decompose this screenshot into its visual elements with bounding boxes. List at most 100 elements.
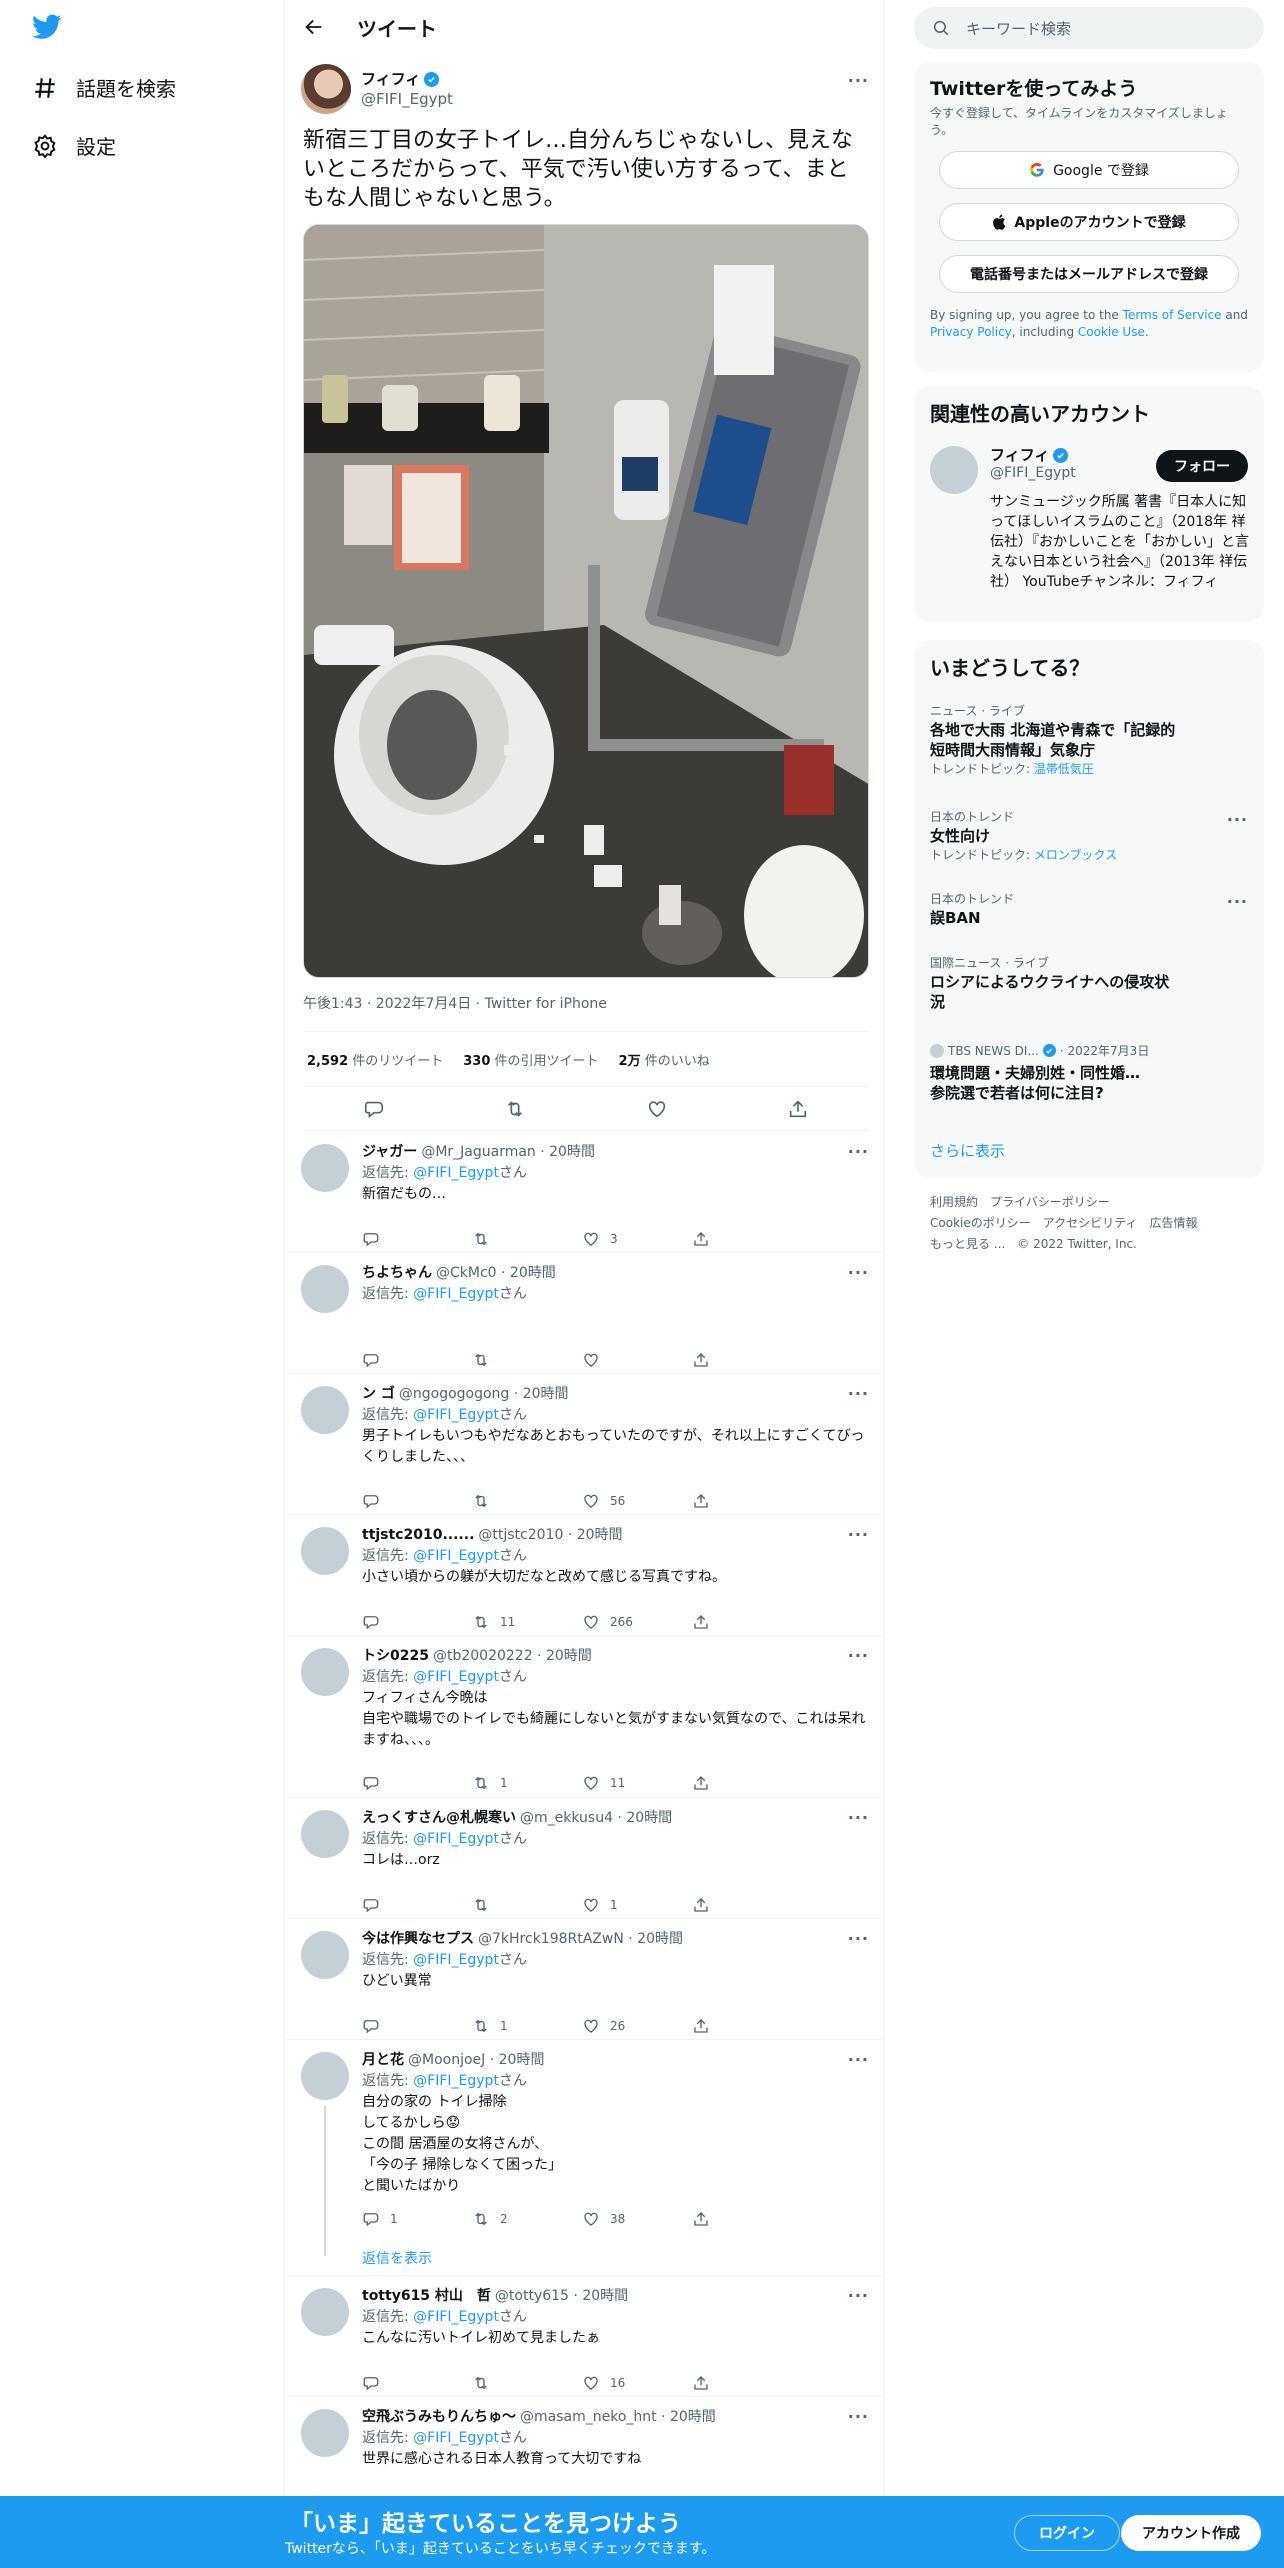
like-icon[interactable] <box>582 2374 600 2392</box>
like-icon[interactable] <box>582 1492 600 1510</box>
like-icon[interactable] <box>582 1351 600 1369</box>
terms-link[interactable]: Terms of Service <box>1123 308 1222 322</box>
avatar[interactable] <box>301 64 351 114</box>
reply-author-meta[interactable]: @CkMc0 · 20時間 <box>436 1263 556 1283</box>
related-handle[interactable]: @FIFI_Egypt <box>990 464 1076 482</box>
retweet-icon[interactable] <box>504 1098 526 1120</box>
footer-cookie[interactable]: Cookieのポリシー <box>930 1216 1031 1230</box>
nav-explore[interactable]: 話題を検索 <box>32 73 176 102</box>
twitter-logo-icon[interactable] <box>32 14 62 40</box>
author-name[interactable]: フィフィ <box>361 69 420 89</box>
more-icon[interactable]: ··· <box>848 2286 869 2306</box>
trend-item[interactable]: ニュース · ライブ 各地で大雨 北海道や青森で「記録的短時間大雨情報」気象庁 トレ… <box>914 702 1264 778</box>
reply-icon[interactable] <box>362 1613 380 1631</box>
back-arrow-icon[interactable] <box>303 16 325 38</box>
reply-to-handle[interactable]: @FIFI_Egypt <box>413 2309 499 2325</box>
search-input[interactable]: キーワード検索 <box>914 7 1264 49</box>
reply-author-meta[interactable]: @m_ekkusu4 · 20時間 <box>520 1808 672 1828</box>
avatar[interactable] <box>301 1648 349 1696</box>
reply-icon[interactable] <box>362 2017 380 2035</box>
related-name[interactable]: フィフィ <box>990 446 1049 464</box>
reply-author-name[interactable]: ちよちゃん <box>362 1263 432 1283</box>
news-item[interactable]: TBS NEWS DI... · 2022年7月3日 環境問題・夫婦別姓・同性婚… <box>930 1042 1248 1103</box>
reply-item[interactable]: ttjstc2010...... @ttjstc2010 · 20時間 ··· 返信先… <box>285 1515 883 1636</box>
retweet-icon[interactable] <box>472 1351 490 1369</box>
avatar[interactable] <box>301 1527 349 1575</box>
like-icon[interactable] <box>582 2210 600 2228</box>
share-icon[interactable] <box>692 1230 710 1248</box>
retweet-icon[interactable] <box>472 1774 490 1792</box>
reply-to-handle[interactable]: @FIFI_Egypt <box>413 1548 499 1564</box>
trend-item[interactable]: 日本のトレンド 女性向け トレンドトピック: メロンブックス ··· <box>914 808 1264 864</box>
author-handle[interactable]: @FIFI_Egypt <box>361 89 453 109</box>
signup-button[interactable]: アカウント作成 <box>1121 2515 1261 2551</box>
reply-author-name[interactable]: ジャガー <box>362 1142 417 1162</box>
share-icon[interactable] <box>692 1492 710 1510</box>
retweet-icon[interactable] <box>472 1492 490 1510</box>
share-icon[interactable] <box>692 1896 710 1914</box>
reply-author-name[interactable]: 月と花 <box>362 2050 404 2070</box>
reply-author-meta[interactable]: @7kHrck198RtAZwN · 20時間 <box>478 1929 683 1949</box>
trend-item[interactable]: 国際ニュース · ライブ ロシアによるウクライナへの侵攻状況 <box>914 954 1264 1012</box>
reply-to-handle[interactable]: @FIFI_Egypt <box>413 1286 499 1302</box>
share-icon[interactable] <box>692 1774 710 1792</box>
footer-more[interactable]: もっと見る ... <box>930 1237 1005 1251</box>
more-icon[interactable]: ··· <box>848 1142 869 1162</box>
retweet-icon[interactable] <box>472 1896 490 1914</box>
more-icon[interactable]: ··· <box>1227 810 1248 829</box>
reply-author-meta[interactable]: @MoonjoeJ · 20時間 <box>408 2050 544 2070</box>
avatar[interactable] <box>301 1931 349 1979</box>
apple-signup-button[interactable]: Appleのアカウントで登録 <box>939 203 1239 241</box>
reply-icon[interactable] <box>363 1098 385 1120</box>
reply-item[interactable]: totty615 村山 哲 @totty615 · 20時間 ··· 返信先: @FI… <box>285 2276 883 2397</box>
reply-icon[interactable] <box>362 2374 380 2392</box>
reply-to-handle[interactable]: @FIFI_Egypt <box>413 1952 499 1968</box>
reply-to-handle[interactable]: @FIFI_Egypt <box>413 2073 499 2089</box>
reply-icon[interactable] <box>362 2210 380 2228</box>
reply-author-meta[interactable]: @masam_neko_hnt · 20時間 <box>520 2407 716 2427</box>
more-icon[interactable]: ··· <box>848 1263 869 1283</box>
reply-to-handle[interactable]: @FIFI_Egypt <box>413 1165 499 1181</box>
share-icon[interactable] <box>692 1351 710 1369</box>
reply-author-name[interactable]: totty615 村山 哲 <box>362 2286 491 2306</box>
reply-icon[interactable] <box>362 1896 380 1914</box>
share-icon[interactable] <box>692 2374 710 2392</box>
show-more-link[interactable]: さらに表示 <box>930 1140 1005 1161</box>
cookie-link[interactable]: Cookie Use <box>1078 325 1145 339</box>
retweet-icon[interactable] <box>472 2210 490 2228</box>
like-icon[interactable] <box>582 1613 600 1631</box>
more-icon[interactable]: ··· <box>848 1646 869 1666</box>
footer-accessibility[interactable]: アクセシビリティ <box>1043 1216 1138 1230</box>
retweet-icon[interactable] <box>472 2374 490 2392</box>
like-stat[interactable]: 2万 件のいいね <box>619 1050 710 1069</box>
more-icon[interactable]: ··· <box>848 2050 869 2070</box>
quote-stat[interactable]: 330 件の引用ツイート <box>463 1050 598 1069</box>
reply-icon[interactable] <box>362 1492 380 1510</box>
more-icon[interactable]: ··· <box>848 71 869 90</box>
reply-item[interactable]: ジャガー @Mr_Jaguarman · 20時間 ··· 返信先: @FIFI_Eg… <box>285 1132 883 1253</box>
reply-author-meta[interactable]: @tb20020222 · 20時間 <box>433 1646 592 1666</box>
avatar[interactable] <box>301 2409 349 2457</box>
reply-icon[interactable] <box>362 1774 380 1792</box>
footer-terms[interactable]: 利用規約 <box>930 1195 978 1209</box>
retweet-icon[interactable] <box>472 1613 490 1631</box>
avatar[interactable] <box>930 446 978 494</box>
like-icon[interactable] <box>582 1230 600 1248</box>
show-replies-link[interactable]: 返信を表示 <box>362 2248 432 2268</box>
reply-icon[interactable] <box>362 1351 380 1369</box>
nav-settings[interactable]: 設定 <box>32 131 116 160</box>
reply-author-meta[interactable]: @ngogogogong · 20時間 <box>399 1384 569 1404</box>
like-icon[interactable] <box>582 1774 600 1792</box>
footer-ads[interactable]: 広告情報 <box>1149 1216 1197 1230</box>
like-icon[interactable] <box>646 1098 668 1120</box>
share-icon[interactable] <box>692 2210 710 2228</box>
like-icon[interactable] <box>582 2017 600 2035</box>
reply-item[interactable]: 今は作興なセプス @7kHrck198RtAZwN · 20時間 ··· 返信先: @… <box>285 1919 883 2040</box>
share-icon[interactable] <box>692 2017 710 2035</box>
reply-item[interactable]: えっくすさん@札幌寒い @m_ekkusu4 · 20時間 ··· 返信先: @FIF… <box>285 1798 883 1919</box>
trend-topic-link[interactable]: 温帯低気圧 <box>1034 762 1094 776</box>
more-icon[interactable]: ··· <box>1227 892 1248 911</box>
share-icon[interactable] <box>692 1613 710 1631</box>
reply-author-name[interactable]: ン ゴ <box>362 1384 395 1404</box>
google-signup-button[interactable]: Google で登録 <box>939 151 1239 189</box>
